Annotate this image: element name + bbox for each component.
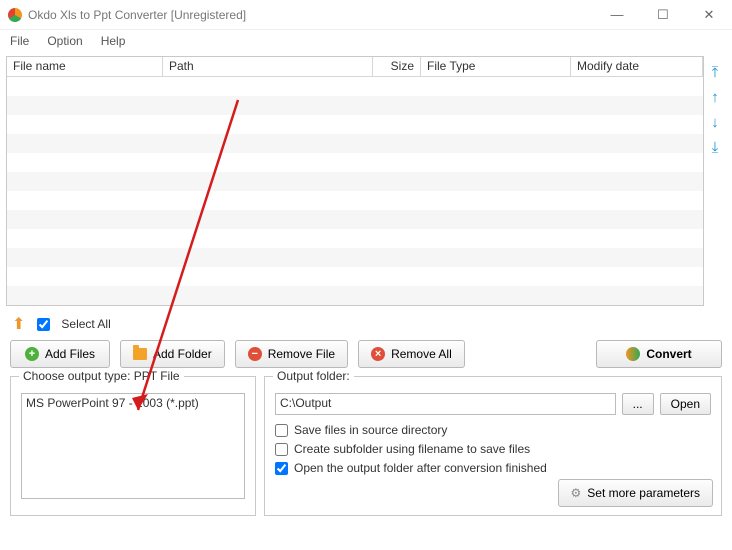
convert-icon: [626, 347, 640, 361]
set-more-params-button[interactable]: ⚙ Set more parameters: [558, 479, 713, 507]
convert-label: Convert: [646, 347, 691, 361]
col-filetype[interactable]: File Type: [421, 57, 571, 76]
menu-file[interactable]: File: [10, 34, 29, 48]
select-row: ⬆ Select All: [6, 306, 726, 340]
main-content: File name Path Size File Type Modify dat…: [0, 52, 732, 522]
gear-icon: ⚙: [571, 486, 582, 500]
menu-help[interactable]: Help: [101, 34, 126, 48]
grid-header: File name Path Size File Type Modify dat…: [7, 57, 703, 77]
output-type-label: Choose output type: PPT File: [19, 369, 184, 383]
add-folder-label: Add Folder: [153, 347, 212, 361]
plus-icon: +: [25, 347, 39, 361]
col-modify[interactable]: Modify date: [571, 57, 703, 76]
col-size[interactable]: Size: [373, 57, 421, 76]
convert-button[interactable]: Convert: [596, 340, 722, 368]
open-folder-button[interactable]: Open: [660, 393, 711, 415]
close-button[interactable]: ✕: [686, 0, 732, 30]
minimize-button[interactable]: —: [594, 0, 640, 30]
folder-icon: [133, 348, 147, 360]
remove-all-label: Remove All: [391, 347, 452, 361]
select-all-label: Select All: [61, 317, 110, 331]
move-bottom-icon[interactable]: ⤓: [712, 139, 719, 156]
select-all-checkbox[interactable]: [37, 318, 50, 331]
remove-file-label: Remove File: [268, 347, 335, 361]
output-type-list[interactable]: MS PowerPoint 97 - 2003 (*.ppt): [21, 393, 245, 499]
add-folder-button[interactable]: Add Folder: [120, 340, 225, 368]
remove-all-button[interactable]: × Remove All: [358, 340, 465, 368]
col-path[interactable]: Path: [163, 57, 373, 76]
maximize-button[interactable]: ☐: [640, 0, 686, 30]
add-files-label: Add Files: [45, 347, 95, 361]
create-subfolder-checkbox[interactable]: [275, 443, 288, 456]
window-title: Okdo Xls to Ppt Converter [Unregistered]: [28, 8, 246, 22]
open-after-label: Open the output folder after conversion …: [294, 461, 547, 475]
titlebar: Okdo Xls to Ppt Converter [Unregistered]…: [0, 0, 732, 30]
minus-icon: −: [248, 347, 262, 361]
bottom-groups: Choose output type: PPT File MS PowerPoi…: [6, 376, 726, 516]
move-down-icon[interactable]: ↓: [711, 114, 719, 131]
save-source-label: Save files in source directory: [294, 423, 447, 437]
menubar: File Option Help: [0, 30, 732, 52]
output-type-group: Choose output type: PPT File MS PowerPoi…: [10, 376, 256, 516]
grid-body: [7, 77, 703, 305]
menu-option[interactable]: Option: [47, 34, 82, 48]
move-up-icon[interactable]: ↑: [711, 89, 719, 106]
move-top-icon[interactable]: ⤒: [712, 64, 719, 81]
save-source-checkbox[interactable]: [275, 424, 288, 437]
window-buttons: — ☐ ✕: [594, 0, 732, 30]
output-type-item[interactable]: MS PowerPoint 97 - 2003 (*.ppt): [22, 394, 244, 412]
file-grid-panel: File name Path Size File Type Modify dat…: [6, 56, 704, 306]
output-folder-label: Output folder:: [273, 369, 354, 383]
output-folder-group: Output folder: C:\Output ... Open Save f…: [264, 376, 722, 516]
x-icon: ×: [371, 347, 385, 361]
side-reorder-icons: ⤒ ↑ ↓ ⤓: [704, 56, 726, 306]
open-after-checkbox[interactable]: [275, 462, 288, 475]
output-folder-input[interactable]: C:\Output: [275, 393, 616, 415]
create-subfolder-label: Create subfolder using filename to save …: [294, 442, 530, 456]
app-logo-icon: [8, 8, 22, 22]
add-files-button[interactable]: + Add Files: [10, 340, 110, 368]
remove-file-button[interactable]: − Remove File: [235, 340, 348, 368]
more-params-label: Set more parameters: [587, 486, 700, 500]
up-arrow-icon: ⬆: [12, 314, 25, 334]
window-title-wrap: Okdo Xls to Ppt Converter [Unregistered]: [8, 8, 594, 22]
browse-button[interactable]: ...: [622, 393, 654, 415]
col-filename[interactable]: File name: [7, 57, 163, 76]
